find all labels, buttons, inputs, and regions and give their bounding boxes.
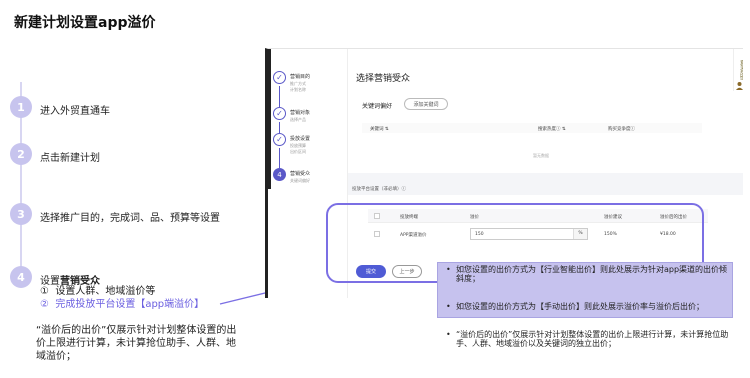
nav-step-4-title[interactable]: 营销受众	[290, 170, 310, 177]
main-panel: 选择营销受众 关键词偏好 添加关键词 关键词 ⇅ 搜索热度ⓘ ⇅ 购买竞争度ⓘ …	[326, 49, 743, 298]
nav-step-4-badge: 4	[273, 168, 286, 181]
user-icon[interactable]	[735, 81, 743, 90]
section-heading: 选择营销受众	[356, 74, 411, 84]
keyword-card: 关键词偏好 添加关键词 关键词 ⇅ 搜索热度ⓘ ⇅ 购买竞争度ⓘ 暂无数据	[348, 93, 743, 173]
check-icon: ✓	[273, 71, 286, 84]
heading-area: 选择营销受众	[348, 49, 743, 97]
callout-bullet-2: 如您设置的出价方式为【手动出价】则此处展示溢价率与溢价后出价；	[444, 302, 729, 311]
nav-step-3-sub: 出价区间	[290, 149, 306, 154]
nav-step-4-sub: 关键词偏好	[290, 178, 310, 183]
callout-box: 如您设置的出价方式为【行业智能出价】则此处展示为针对app渠道的出价倾斜度； 如…	[437, 262, 733, 348]
submit-button[interactable]: 提交	[356, 265, 386, 278]
check-icon: ✓	[273, 133, 286, 146]
platform-label: 投放平台设置（非必填）ⓘ	[352, 187, 406, 192]
keyword-col[interactable]: 搜索热度ⓘ ⇅	[538, 126, 566, 132]
nav-step-3-title[interactable]: 投放设置	[290, 135, 310, 142]
keyword-table-header	[362, 123, 702, 133]
keyword-label: 关键词偏好	[362, 103, 393, 110]
nav-step-1-title[interactable]: 营销目的	[290, 73, 310, 80]
keyword-col: 购买竞争度ⓘ	[608, 127, 635, 132]
keyword-col[interactable]: 关键词 ⇅	[370, 126, 389, 132]
check-icon: ✓	[273, 107, 286, 120]
add-keyword-button[interactable]: 添加关键词	[404, 98, 448, 110]
callout-bullet-1: 如您设置的出价方式为【行业智能出价】则此处展示为针对app渠道的出价倾斜度；	[444, 265, 729, 283]
nav-step-1-sub: 计划名称	[290, 87, 306, 92]
callout-bullet-3: “溢价后的出价”仅展示针对计划整体设置的出价上限进行计算，未计算抢位助手、人群、…	[444, 330, 729, 348]
nav-step-2-sub: 选择产品	[290, 117, 306, 122]
nav-step-2-title[interactable]: 营销对象	[290, 109, 310, 116]
prev-step-button[interactable]: 上一步	[392, 265, 422, 278]
ui-screenshot: ✓ 营销目的 推广方式 计划名称 ✓ 营销对象 选择产品 ✓ 投放设置 投放预算…	[265, 48, 743, 298]
empty-text: 暂无数据	[533, 153, 549, 158]
